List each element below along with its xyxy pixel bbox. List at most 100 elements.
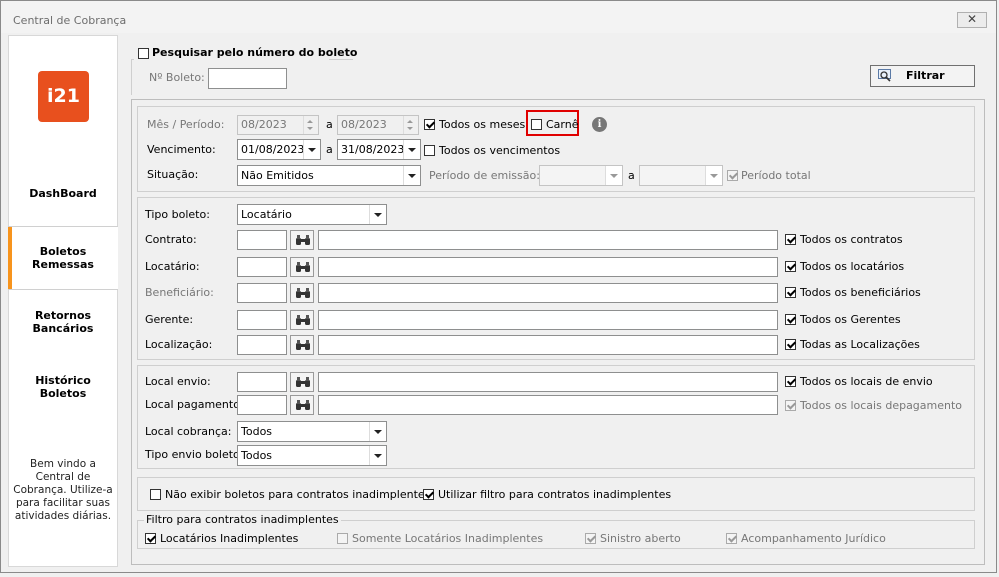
close-button[interactable]: ✕ bbox=[957, 12, 987, 28]
todos-locais-envio-checkbox[interactable] bbox=[785, 376, 796, 387]
venc-from-value: 01/08/2023 bbox=[241, 143, 305, 156]
todos-vencimentos-label: Todos os vencimentos bbox=[439, 144, 561, 157]
i21-logo: i21 bbox=[38, 71, 89, 122]
local-envio-description-input[interactable] bbox=[318, 372, 778, 392]
acompanhamento-juridico-checkbox[interactable] bbox=[726, 533, 737, 544]
todos-meses-checkbox[interactable] bbox=[424, 119, 435, 130]
filtrar-label: Filtrar bbox=[906, 69, 945, 82]
emissao-from-date[interactable] bbox=[539, 165, 623, 186]
localizacao-code-input[interactable] bbox=[237, 335, 287, 355]
carne-checkbox[interactable] bbox=[531, 119, 542, 130]
tipo-boleto-value: Locatário bbox=[241, 208, 292, 221]
filtrar-button[interactable]: Filtrar bbox=[870, 65, 975, 87]
gerente-description-input[interactable] bbox=[318, 310, 778, 330]
window-title: Central de Cobrança bbox=[13, 14, 127, 27]
somente-locatarios-checkbox[interactable] bbox=[337, 533, 348, 544]
mes-to-value: 08/2023 bbox=[341, 118, 387, 131]
binoculars-icon bbox=[296, 288, 310, 298]
sinistro-aberto-checkbox[interactable] bbox=[585, 533, 596, 544]
todos-contrato-checkbox[interactable] bbox=[785, 234, 796, 245]
venc-to-date[interactable]: 31/08/2023 bbox=[337, 139, 421, 160]
binoculars-icon bbox=[296, 235, 310, 245]
utilizar-filtro-label: Utilizar filtro para contratos inadimple… bbox=[438, 488, 672, 501]
sidebar-item-historico-boletos[interactable]: Histórico Boletos bbox=[8, 374, 118, 400]
beneficiario-description-input[interactable] bbox=[318, 283, 778, 303]
tipo-envio-boleto-select[interactable]: Todos bbox=[237, 445, 387, 466]
spin-arrows-icon[interactable] bbox=[303, 116, 318, 134]
numero-boleto-input[interactable] bbox=[208, 68, 287, 89]
chevron-down-icon[interactable] bbox=[303, 140, 320, 159]
tipo-envio-boleto-value: Todos bbox=[241, 449, 273, 462]
utilizar-filtro-checkbox[interactable] bbox=[423, 489, 434, 500]
beneficiario-search-button[interactable] bbox=[290, 283, 314, 303]
local-pagamento-search-button[interactable] bbox=[290, 395, 314, 415]
locatario-search-button[interactable] bbox=[290, 257, 314, 277]
chevron-down-icon[interactable] bbox=[369, 446, 386, 465]
search-by-number-checkbox[interactable] bbox=[138, 48, 149, 59]
chevron-down-icon[interactable] bbox=[705, 166, 722, 185]
contrato-description-input[interactable] bbox=[318, 230, 778, 250]
local-envio-search-button[interactable] bbox=[290, 372, 314, 392]
mes-to-input[interactable]: 08/2023 bbox=[337, 115, 419, 135]
mes-periodo-label: Mês / Período: bbox=[147, 118, 225, 131]
a-label: a bbox=[326, 118, 333, 131]
todos-vencimentos-checkbox[interactable] bbox=[424, 145, 435, 156]
local-cobranca-select[interactable]: Todos bbox=[237, 421, 387, 442]
todos-contrato-label: Todos os contratos bbox=[800, 233, 903, 246]
situacao-select[interactable]: Não Emitidos bbox=[237, 165, 421, 186]
sidebar-item-dashboard[interactable]: DashBoard bbox=[8, 187, 118, 201]
spin-arrows-icon[interactable] bbox=[403, 116, 418, 134]
todos-beneficiario-checkbox[interactable] bbox=[785, 287, 796, 298]
local-envio-label: Local envio: bbox=[145, 375, 211, 388]
local-cobranca-value: Todos bbox=[241, 425, 273, 438]
local-envio-code-input[interactable] bbox=[237, 372, 287, 392]
numero-boleto-label: Nº Boleto: bbox=[149, 71, 205, 84]
todos-locais-pagamento-checkbox[interactable] bbox=[785, 400, 796, 411]
todos-locatario-checkbox[interactable] bbox=[785, 261, 796, 272]
nao-exibir-checkbox[interactable] bbox=[150, 489, 161, 500]
todos-localizacao-label: Todas as Localizações bbox=[800, 338, 920, 351]
periodo-total-checkbox[interactable] bbox=[727, 170, 738, 181]
locatarios-inadimplentes-checkbox[interactable] bbox=[145, 533, 156, 544]
sinistro-aberto-label: Sinistro aberto bbox=[600, 532, 681, 545]
emissao-to-date[interactable] bbox=[639, 165, 723, 186]
tipo-boleto-select[interactable]: Locatário bbox=[237, 204, 387, 225]
chevron-down-icon[interactable] bbox=[403, 166, 420, 185]
tipo-boleto-label: Tipo boleto: bbox=[145, 208, 210, 221]
sidebar-item-retornos-bancarios[interactable]: Retornos Bancários bbox=[8, 309, 118, 335]
local-pagamento-description-input[interactable] bbox=[318, 395, 778, 415]
tipo-envio-boleto-label: Tipo envio boleto: bbox=[145, 448, 244, 461]
beneficiario-code-input[interactable] bbox=[237, 283, 287, 303]
carne-label: Carnê bbox=[546, 118, 579, 131]
todos-gerente-checkbox[interactable] bbox=[785, 314, 796, 325]
todos-localizacao-checkbox[interactable] bbox=[785, 339, 796, 350]
local-cobranca-label: Local cobrança: bbox=[145, 425, 232, 438]
local-pagamento-label: Local pagamento: bbox=[145, 398, 244, 411]
venc-from-date[interactable]: 01/08/2023 bbox=[237, 139, 321, 160]
locatario-code-input[interactable] bbox=[237, 257, 287, 277]
gerente-search-button[interactable] bbox=[290, 310, 314, 330]
situacao-label: Situação: bbox=[147, 168, 199, 181]
chevron-down-icon[interactable] bbox=[369, 422, 386, 441]
somente-locatarios-label: Somente Locatários Inadimplentes bbox=[352, 532, 544, 545]
gerente-code-input[interactable] bbox=[237, 310, 287, 330]
binoculars-icon bbox=[296, 377, 310, 387]
chevron-down-icon[interactable] bbox=[403, 140, 420, 159]
sidebar-item-label: Boletos Remessas bbox=[32, 245, 94, 271]
periodo-emissao-label: Período de emissão: bbox=[429, 169, 540, 182]
contrato-search-button[interactable] bbox=[290, 230, 314, 250]
localizacao-search-button[interactable] bbox=[290, 335, 314, 355]
sidebar-item-boletos-remessas[interactable]: Boletos Remessas bbox=[8, 226, 118, 290]
info-icon[interactable]: i bbox=[592, 117, 607, 132]
contrato-code-input[interactable] bbox=[237, 230, 287, 250]
local-pagamento-code-input[interactable] bbox=[237, 395, 287, 415]
venc-to-value: 31/08/2023 bbox=[341, 143, 405, 156]
chevron-down-icon[interactable] bbox=[369, 205, 386, 224]
binoculars-icon bbox=[296, 262, 310, 272]
locatario-description-input[interactable] bbox=[318, 257, 778, 277]
chevron-down-icon[interactable] bbox=[605, 166, 622, 185]
situacao-value: Não Emitidos bbox=[241, 169, 314, 182]
mes-from-input[interactable]: 08/2023 bbox=[237, 115, 319, 135]
todos-locais-envio-label: Todos os locais de envio bbox=[800, 375, 933, 388]
localizacao-description-input[interactable] bbox=[318, 335, 778, 355]
